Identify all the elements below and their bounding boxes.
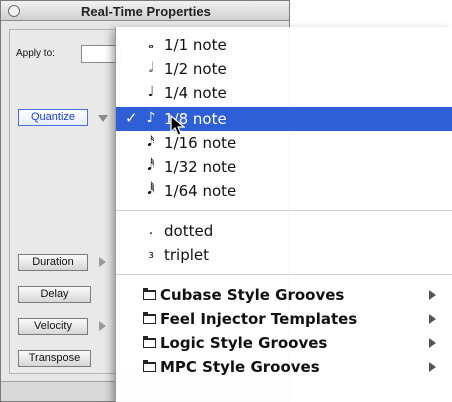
submenu-arrow-icon: [429, 314, 436, 324]
sixteenth-note-icon: 𝅘𝅥𝅯: [147, 134, 155, 150]
menu-item-1-8-note[interactable]: ✓ ♪ 1/8 note: [116, 107, 452, 131]
transpose-button[interactable]: Transpose: [18, 350, 91, 367]
menu-item-feel-injector-templates[interactable]: Feel Injector Templates: [116, 307, 452, 331]
delay-button[interactable]: Delay: [18, 286, 91, 303]
menu-item-logic-style-grooves[interactable]: Logic Style Grooves: [116, 331, 452, 355]
half-note-icon: 𝅗𝅥: [148, 60, 154, 76]
menu-item-dotted[interactable]: . dotted: [116, 219, 452, 243]
submenu-arrow-icon: [429, 290, 436, 300]
menu-item-label: 1/64 note: [164, 182, 237, 200]
window-title: Real-Time Properties: [81, 4, 211, 19]
menu-item-label: Feel Injector Templates: [160, 310, 358, 328]
quantize-button[interactable]: Quantize: [18, 109, 88, 126]
checkmark-icon: ✓: [125, 109, 138, 127]
menu-item-1-2-note[interactable]: 𝅗𝅥 1/2 note: [116, 57, 452, 81]
whole-note-icon: 𝅝: [148, 36, 154, 52]
triplet-icon: ₃: [148, 246, 154, 262]
menu-item-label: triplet: [164, 246, 210, 264]
menu-item-label: 1/2 note: [164, 60, 227, 78]
submenu-arrow-icon: [429, 338, 436, 348]
dot-icon: .: [148, 222, 154, 238]
menu-item-mpc-style-grooves[interactable]: MPC Style Grooves: [116, 355, 452, 379]
menu-separator: [116, 274, 452, 275]
sixty-fourth-note-icon: 𝅘𝅥𝅱: [147, 182, 155, 198]
menu-item-1-64-note[interactable]: 𝅘𝅥𝅱 1/64 note: [116, 179, 452, 203]
apply-to-label: Apply to:: [16, 48, 55, 59]
folder-icon: [143, 288, 156, 300]
folder-icon: [143, 360, 156, 372]
quantize-expand-arrow-icon[interactable]: [98, 115, 108, 122]
duration-button[interactable]: Duration: [18, 254, 88, 271]
menu-item-label: 1/1 note: [164, 36, 227, 54]
menu-item-1-1-note[interactable]: 𝅝 1/1 note: [116, 33, 452, 57]
menu-item-label: 1/32 note: [164, 158, 237, 176]
close-button[interactable]: [8, 5, 20, 17]
menu-item-label: Cubase Style Grooves: [160, 286, 345, 304]
folder-icon: [143, 336, 156, 348]
menu-item-label: 1/4 note: [164, 84, 227, 102]
menu-item-label: dotted: [164, 222, 214, 240]
menu-item-label: Logic Style Grooves: [160, 334, 328, 352]
menu-separator: [116, 210, 452, 211]
duration-expand-arrow-icon[interactable]: [99, 257, 106, 267]
folder-icon: [143, 312, 156, 324]
quarter-note-icon: ♩: [147, 84, 155, 100]
submenu-arrow-icon: [429, 362, 436, 372]
menu-item-1-16-note[interactable]: 𝅘𝅥𝅯 1/16 note: [116, 131, 452, 155]
menu-item-1-32-note[interactable]: 𝅘𝅥𝅰 1/32 note: [116, 155, 452, 179]
quantize-popup-menu: 𝅝 1/1 note 𝅗𝅥 1/2 note ♩ 1/4 note ✓ ♪ 1/…: [115, 27, 452, 402]
velocity-expand-arrow-icon[interactable]: [99, 321, 106, 331]
mouse-pointer-icon: [170, 115, 186, 136]
eighth-note-icon: ♪: [146, 110, 156, 126]
menu-item-1-4-note[interactable]: ♩ 1/4 note: [116, 81, 452, 105]
title-bar[interactable]: Real-Time Properties: [1, 1, 289, 21]
velocity-button[interactable]: Velocity: [18, 318, 88, 335]
menu-item-triplet[interactable]: ₃ triplet: [116, 243, 452, 267]
menu-item-label: MPC Style Grooves: [160, 358, 320, 376]
thirty-second-note-icon: 𝅘𝅥𝅰: [147, 158, 155, 174]
menu-item-cubase-style-grooves[interactable]: Cubase Style Grooves: [116, 283, 452, 307]
